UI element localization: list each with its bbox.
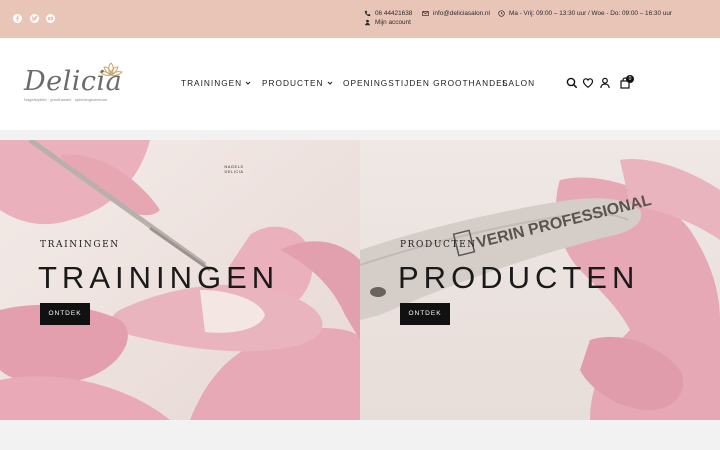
nav-label-trainingen: TRAININGEN <box>181 78 243 88</box>
top-bar: 06 44421638 info@deliciasalon.nl Ma - Vr… <box>0 0 720 38</box>
nav-item-openingstijden[interactable]: OPENINGSTIJDEN GROOTHANDEL <box>343 78 508 88</box>
clock-icon <box>498 10 505 17</box>
hero-title-producten: PRODUCTEN <box>398 260 640 295</box>
youtube-icon[interactable] <box>46 14 55 23</box>
chevron-down-icon <box>245 81 251 85</box>
phone-contact[interactable]: 06 44421638 <box>364 10 412 17</box>
heart-icon[interactable] <box>582 77 594 89</box>
hero-panel-producten[interactable]: VERIN PROFESSIONAL PRODUCTEN PRODUCTEN O… <box>360 140 720 420</box>
ontdek-producten-button[interactable]: ONTDEK <box>400 303 450 325</box>
account-label: Mijn account <box>375 19 411 26</box>
mail-icon <box>422 11 429 16</box>
nav-item-producten[interactable]: PRODUCTEN <box>262 78 333 88</box>
brand-badge: NAGELS DELICIA <box>217 151 251 185</box>
phone-number: 06 44421638 <box>375 10 413 17</box>
twitter-icon[interactable] <box>30 14 39 23</box>
user-icon <box>365 19 370 26</box>
hero-kicker-trainingen: TRAININGEN <box>40 240 120 250</box>
chevron-down-icon <box>327 81 332 85</box>
email-address: info@deliciasalon.nl <box>433 10 490 17</box>
account-link[interactable]: Mijn account <box>364 19 411 26</box>
nav-label-producten: PRODUCTEN <box>262 78 324 88</box>
user-account-icon[interactable] <box>599 77 611 89</box>
site-header: Delicia Nagelstyliste · groothandel · op… <box>0 38 720 130</box>
search-icon[interactable] <box>566 77 578 89</box>
hero-kicker-producten: PRODUCTEN <box>400 240 477 250</box>
logo[interactable]: Delicia Nagelstyliste · groothandel · op… <box>22 60 123 108</box>
nav-item-salon[interactable]: SALON <box>502 78 535 88</box>
nav-label-openingstijden: OPENINGSTIJDEN GROOTHANDEL <box>343 78 509 88</box>
nav-item-trainingen[interactable]: TRAININGEN <box>181 78 251 88</box>
logo-wordmark: Delicia <box>24 66 123 97</box>
ontdek-trainingen-button[interactable]: ONTDEK <box>40 303 90 325</box>
opening-hours-text: Ma - Vrij: 09:00 – 13:30 uur / Woe - Do:… <box>509 10 673 17</box>
facebook-icon[interactable] <box>13 14 22 23</box>
hero-panel-trainingen[interactable]: NAGELS DELICIA TRAININGEN TRAININGEN ONT… <box>0 140 360 420</box>
opening-hours: Ma - Vrij: 09:00 – 13:30 uur / Woe - Do:… <box>498 10 672 17</box>
logo-tagline: Nagelstyliste · groothandel · opleidings… <box>24 97 108 102</box>
phone-icon <box>364 10 371 17</box>
email-contact[interactable]: info@deliciasalon.nl <box>422 10 490 17</box>
cart-count-badge: 0 <box>626 75 634 83</box>
hero-title-trainingen: TRAININGEN <box>38 260 280 295</box>
nav-label-salon: SALON <box>502 78 536 88</box>
badge-text: NAGELS DELICIA <box>224 164 244 174</box>
